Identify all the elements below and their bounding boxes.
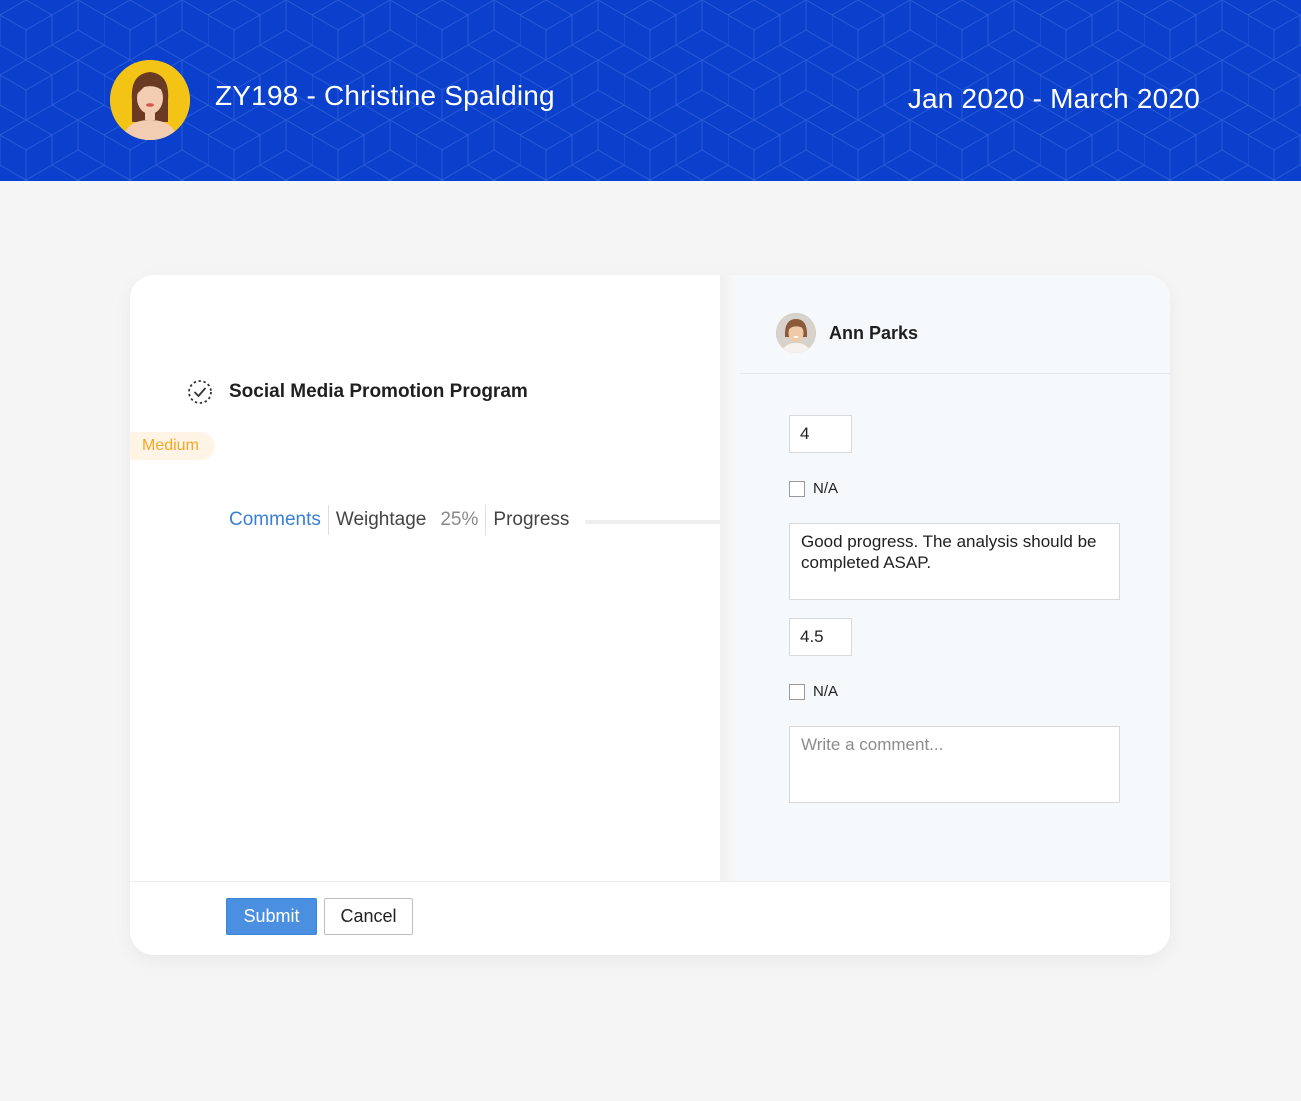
priority-badge: Medium bbox=[130, 432, 215, 460]
reviewer-name: Ann Parks bbox=[829, 323, 919, 343]
form-footer: Submit Cancel bbox=[130, 881, 1170, 955]
na-checkbox-2[interactable] bbox=[789, 683, 805, 700]
page-header: ZY198 - Christine Spalding Jan 2020 - Ma… bbox=[0, 0, 1301, 181]
progress-bar bbox=[585, 520, 723, 524]
weightage-value: 25% bbox=[440, 509, 479, 530]
na-label-1: N/A bbox=[813, 480, 839, 497]
comments-link[interactable]: Comments bbox=[229, 509, 321, 531]
review-card: Social Media Promotion Program Medium Co… bbox=[130, 275, 1170, 955]
submit-button[interactable]: Submit bbox=[226, 898, 317, 935]
na-label-2: N/A bbox=[813, 683, 839, 700]
rating-score-input-2[interactable] bbox=[789, 618, 852, 656]
na-checkbox-1[interactable] bbox=[789, 480, 805, 497]
reviewer-avatar bbox=[776, 313, 816, 353]
reviewer-panel: Ann Parks N/A Good progress. The analysi… bbox=[736, 275, 1170, 881]
employee-title: ZY198 - Christine Spalding bbox=[215, 80, 555, 111]
meta-divider bbox=[327, 505, 329, 535]
weightage-label: Weightage bbox=[335, 509, 427, 530]
reviewer-divider bbox=[740, 373, 1170, 374]
na-row-2[interactable]: N/A bbox=[789, 683, 838, 700]
person-icon bbox=[110, 60, 190, 140]
cancel-button[interactable]: Cancel bbox=[324, 898, 413, 935]
goal-panel: Social Media Promotion Program Medium Co… bbox=[130, 275, 723, 881]
employee-avatar bbox=[110, 60, 190, 140]
panel-divider bbox=[720, 275, 736, 881]
rating-comment-1[interactable]: Good progress. The analysis should be co… bbox=[789, 523, 1120, 600]
meta-divider bbox=[485, 505, 487, 535]
progress-label: Progress bbox=[493, 509, 570, 530]
goal-check-icon bbox=[188, 380, 212, 404]
rating-comment-2[interactable] bbox=[789, 726, 1120, 803]
rating-score-input-1[interactable] bbox=[789, 415, 852, 453]
person-icon bbox=[776, 313, 816, 353]
goal-title: Social Media Promotion Program bbox=[229, 381, 528, 402]
goal-meta-row: Comments Weightage 25% Progress bbox=[229, 505, 569, 535]
na-row-1[interactable]: N/A bbox=[789, 480, 838, 497]
review-period: Jan 2020 - March 2020 bbox=[907, 83, 1200, 114]
